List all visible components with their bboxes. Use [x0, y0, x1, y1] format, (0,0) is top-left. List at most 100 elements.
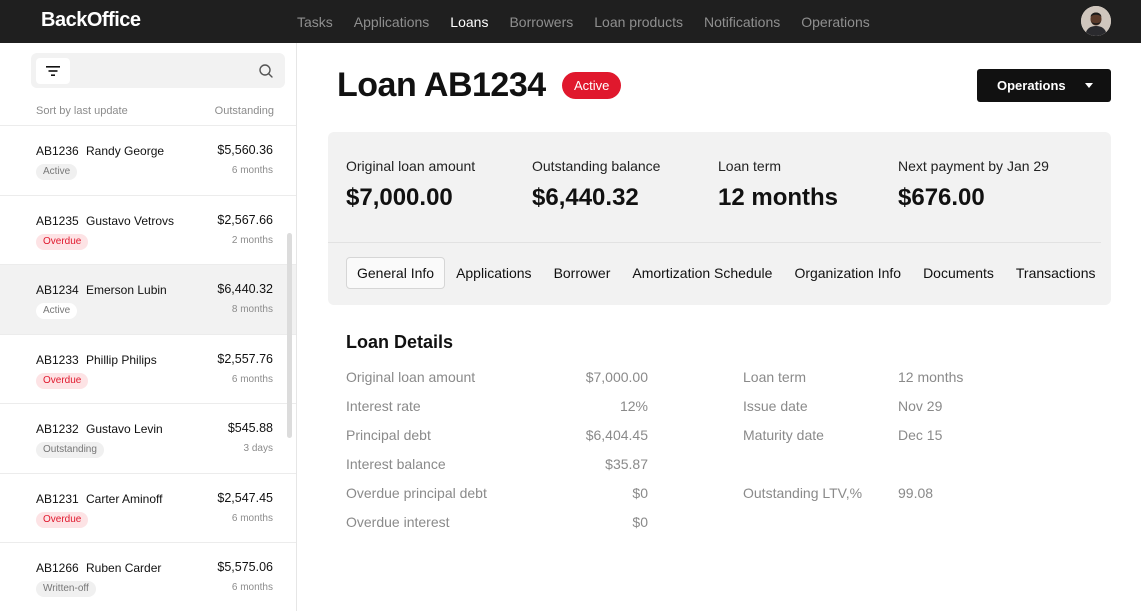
nav-item-loan-products[interactable]: Loan products [594, 14, 683, 30]
detail-label: Overdue interest [346, 514, 450, 530]
detail-value: Dec 15 [898, 427, 943, 443]
operations-button-label: Operations [997, 78, 1066, 93]
loan-id: AB1233 [36, 352, 79, 367]
nav-item-applications[interactable]: Applications [354, 14, 430, 30]
metric-label: Loan term [718, 158, 782, 174]
operations-dropdown-button[interactable]: Operations [977, 69, 1111, 102]
top-navigation-bar: BackOffice Tasks Applications Loans Borr… [0, 0, 1141, 43]
loan-list-item[interactable]: AB1266 Ruben Carder $5,575.06 Written-of… [0, 542, 296, 611]
loan-id: AB1231 [36, 491, 79, 506]
detail-label: Overdue principal debt [346, 485, 487, 501]
borrower-name: Carter Aminoff [86, 491, 163, 506]
metric-value: $7,000.00 [346, 184, 453, 211]
loan-list: AB1236 Randy George $5,560.36 Active 6 m… [0, 125, 296, 611]
borrower-name: Phillip Philips [86, 352, 157, 367]
tab-general-info[interactable]: General Info [346, 257, 446, 289]
tab-transactions[interactable]: Transactions [1005, 257, 1107, 289]
borrower-name: Emerson Lubin [86, 283, 167, 297]
status-badge: Active [562, 72, 622, 99]
search-bar[interactable] [31, 53, 285, 88]
outstanding-amount: $5,575.06 [217, 560, 273, 574]
detail-value: $0 [632, 485, 648, 501]
caret-down-icon [1085, 83, 1093, 88]
borrower-name: Ruben Carder [86, 561, 162, 575]
detail-value: $6,404.45 [585, 427, 648, 443]
tab-documents[interactable]: Documents [912, 257, 1005, 289]
outstanding-amount: $2,547.45 [217, 490, 273, 505]
loan-list-item[interactable]: AB1232 Gustavo Levin $545.88 Outstanding… [0, 403, 296, 473]
filter-button[interactable] [36, 58, 70, 84]
sort-label[interactable]: Sort by last update [36, 105, 128, 117]
outstanding-amount: $6,440.32 [217, 282, 273, 296]
loan-id: AB1266 [36, 561, 79, 575]
borrower-name: Gustavo Vetrovs [86, 213, 175, 228]
sidebar-scrollbar[interactable] [287, 233, 292, 438]
loan-summary-panel: Original loan amount $7,000.00 Outstandi… [328, 132, 1111, 305]
user-avatar[interactable] [1081, 6, 1111, 36]
loan-id: AB1236 [36, 144, 79, 158]
loan-period: 6 months [231, 582, 273, 593]
user-avatar-icon [1081, 6, 1111, 36]
detail-label: Original loan amount [346, 369, 476, 385]
loan-list-item[interactable]: AB1235 Gustavo Vetrovs $2,567.66 Overdue… [0, 194, 296, 265]
loan-list-item[interactable]: AB1236 Randy George $5,560.36 Active 6 m… [0, 125, 296, 195]
detail-label: Principal debt [346, 427, 431, 443]
status-badge: Outstanding [36, 442, 104, 458]
tab-borrower[interactable]: Borrower [543, 257, 622, 289]
detail-label: Interest rate [346, 398, 421, 414]
loan-id: AB1232 [36, 422, 79, 436]
loan-period: 8 months [231, 304, 273, 315]
detail-value: 99.08 [898, 485, 934, 501]
nav-item-notifications[interactable]: Notifications [704, 14, 780, 30]
nav-item-operations[interactable]: Operations [801, 14, 869, 30]
detail-value: $7,000.00 [585, 369, 648, 385]
loan-period: 2 months [231, 234, 273, 246]
search-icon[interactable] [258, 63, 274, 79]
detail-label: Issue date [743, 398, 808, 414]
status-badge: Overdue [36, 233, 89, 250]
detail-label: Interest balance [346, 456, 446, 472]
detail-label: Maturity date [743, 427, 824, 443]
detail-value: $0 [632, 514, 648, 530]
outstanding-amount: $545.88 [227, 421, 273, 435]
status-badge: Overdue [36, 372, 89, 389]
loan-tabs: General Info Applications Borrower Amort… [346, 257, 1107, 289]
nav-item-loans[interactable]: Loans [450, 14, 488, 30]
metric-value: 12 months [718, 184, 839, 211]
metric-label: Next payment by Jan 29 [898, 158, 1049, 174]
borrower-name: Gustavo Levin [86, 422, 163, 436]
main-nav: Tasks Applications Loans Borrowers Loan … [297, 0, 870, 43]
nav-item-tasks[interactable]: Tasks [297, 14, 333, 30]
outstanding-amount: $2,557.76 [217, 351, 273, 366]
metric-value: $676.00 [898, 184, 985, 211]
nav-item-borrowers[interactable]: Borrowers [509, 14, 573, 30]
loan-id: AB1235 [36, 213, 79, 228]
tab-amortization-schedule[interactable]: Amortization Schedule [621, 257, 783, 289]
loan-list-item[interactable]: AB1233 Phillip Philips $2,557.76 Overdue… [0, 333, 296, 404]
filter-icon [46, 66, 60, 76]
brand-logo[interactable]: BackOffice [41, 9, 141, 32]
detail-value: 12% [619, 398, 648, 414]
tab-organization-info[interactable]: Organization Info [783, 257, 912, 289]
outstanding-column-label: Outstanding [214, 105, 274, 117]
detail-label: Loan term [743, 369, 807, 385]
loan-period: 6 months [231, 512, 273, 524]
loan-list-item-selected[interactable]: AB1234 Emerson Lubin $6,440.32 Active 8 … [0, 264, 296, 334]
loan-id: AB1234 [36, 283, 79, 297]
status-badge: Written-off [36, 581, 96, 597]
detail-value: Nov 29 [898, 398, 943, 414]
loan-period: 6 months [231, 165, 273, 176]
outstanding-amount: $2,567.66 [217, 212, 273, 227]
detail-value: $35.87 [605, 456, 648, 472]
metric-label: Outstanding balance [532, 158, 661, 174]
metric-value: $6,440.32 [532, 184, 639, 211]
status-badge: Active [36, 164, 78, 180]
loan-period: 6 months [231, 373, 273, 385]
borrower-name: Randy George [86, 144, 165, 158]
tab-applications[interactable]: Applications [445, 257, 543, 289]
loan-list-item[interactable]: AB1231 Carter Aminoff $2,547.45 Overdue … [0, 472, 296, 543]
loan-list-sidebar: Sort by last update Outstanding AB1236 R… [0, 43, 297, 611]
summary-divider [328, 242, 1101, 243]
metric-label: Original loan amount [346, 158, 476, 174]
loan-period: 3 days [243, 443, 273, 454]
